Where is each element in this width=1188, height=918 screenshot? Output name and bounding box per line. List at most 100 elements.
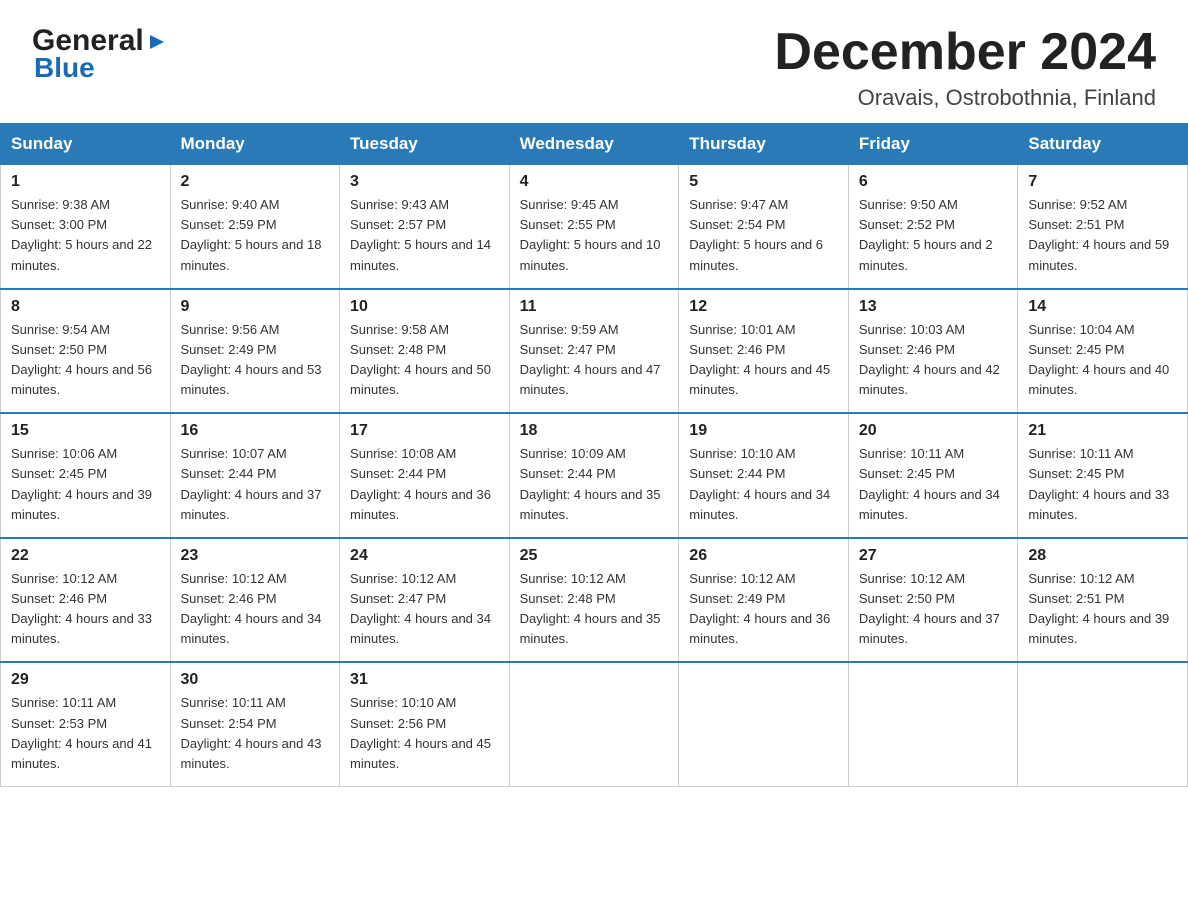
table-row: 17 Sunrise: 10:08 AMSunset: 2:44 PMDaylig… [340,413,510,538]
day-info: Sunrise: 10:12 AMSunset: 2:49 PMDaylight… [689,569,838,650]
table-row: 10Sunrise: 9:58 AMSunset: 2:48 PMDayligh… [340,289,510,414]
day-info: Sunrise: 9:47 AMSunset: 2:54 PMDaylight:… [689,195,838,276]
col-friday: Friday [848,124,1017,165]
table-row [848,662,1017,786]
table-row [679,662,849,786]
table-row: 6Sunrise: 9:50 AMSunset: 2:52 PMDaylight… [848,165,1017,289]
day-info: Sunrise: 9:54 AMSunset: 2:50 PMDaylight:… [11,320,160,401]
day-info: Sunrise: 10:12 AMSunset: 2:48 PMDaylight… [520,569,669,650]
day-info: Sunrise: 10:12 AMSunset: 2:50 PMDaylight… [859,569,1007,650]
table-row: 9 Sunrise: 9:56 AMSunset: 2:49 PMDaylight… [170,289,340,414]
table-row: 14 Sunrise: 10:04 AMSunset: 2:45 PMDaylig… [1018,289,1188,414]
day-number: 24 [350,547,499,565]
day-number: 23 [181,547,330,565]
calendar-table: Sunday Monday Tuesday Wednesday Thursday… [0,123,1188,787]
table-row: 7 Sunrise: 9:52 AMSunset: 2:51 PMDaylight… [1018,165,1188,289]
day-info: Sunrise: 10:09 AMSunset: 2:44 PMDaylight… [520,444,669,525]
day-number: 11 [520,298,669,316]
calendar-week-row: 15 Sunrise: 10:06 AMSunset: 2:45 PMDaylig… [1,413,1188,538]
table-row [1018,662,1188,786]
day-number: 14 [1028,298,1177,316]
calendar-container: Sunday Monday Tuesday Wednesday Thursday… [0,123,1188,787]
day-info: Sunrise: 10:11 AMSunset: 2:53 PMDaylight… [11,693,160,774]
table-row: 16 Sunrise: 10:07 AMSunset: 2:44 PMDaylig… [170,413,340,538]
day-number: 16 [181,422,330,440]
day-number: 17 [350,422,499,440]
day-info: Sunrise: 10:12 AMSunset: 2:51 PMDaylight… [1028,569,1177,650]
day-info: Sunrise: 9:59 AMSunset: 2:47 PMDaylight:… [520,320,669,401]
table-row: 29 Sunrise: 10:11 AMSunset: 2:53 PMDaylig… [1,662,171,786]
day-number: 18 [520,422,669,440]
table-row: 19Sunrise: 10:10 AMSunset: 2:44 PMDaylig… [679,413,849,538]
table-row: 11 Sunrise: 9:59 AMSunset: 2:47 PMDayligh… [509,289,679,414]
table-row [509,662,679,786]
day-info: Sunrise: 10:12 AMSunset: 2:46 PMDaylight… [181,569,330,650]
table-row: 26 Sunrise: 10:12 AMSunset: 2:49 PMDaylig… [679,538,849,663]
col-wednesday: Wednesday [509,124,679,165]
day-info: Sunrise: 9:43 AMSunset: 2:57 PMDaylight:… [350,195,499,276]
day-info: Sunrise: 10:03 AMSunset: 2:46 PMDaylight… [859,320,1007,401]
day-info: Sunrise: 10:11 AMSunset: 2:45 PMDaylight… [859,444,1007,525]
page-header: General Blue December 2024 Oravais, Ostr… [0,0,1188,123]
table-row: 28Sunrise: 10:12 AMSunset: 2:51 PMDaylig… [1018,538,1188,663]
day-info: Sunrise: 9:50 AMSunset: 2:52 PMDaylight:… [859,195,1007,276]
calendar-week-row: 22Sunrise: 10:12 AMSunset: 2:46 PMDaylig… [1,538,1188,663]
day-number: 13 [859,298,1007,316]
table-row: 31 Sunrise: 10:10 AMSunset: 2:56 PMDaylig… [340,662,510,786]
day-info: Sunrise: 9:58 AMSunset: 2:48 PMDaylight:… [350,320,499,401]
table-row: 24 Sunrise: 10:12 AMSunset: 2:47 PMDaylig… [340,538,510,663]
day-number: 7 [1028,173,1177,191]
calendar-week-row: 8 Sunrise: 9:54 AMSunset: 2:50 PMDaylight… [1,289,1188,414]
col-monday: Monday [170,124,340,165]
day-info: Sunrise: 9:56 AMSunset: 2:49 PMDaylight:… [181,320,330,401]
logo-triangle-icon [146,31,168,53]
table-row: 21 Sunrise: 10:11 AMSunset: 2:45 PMDaylig… [1018,413,1188,538]
day-info: Sunrise: 9:38 AMSunset: 3:00 PMDaylight:… [11,195,160,276]
table-row: 13 Sunrise: 10:03 AMSunset: 2:46 PMDaylig… [848,289,1017,414]
day-number: 20 [859,422,1007,440]
day-info: Sunrise: 9:52 AMSunset: 2:51 PMDaylight:… [1028,195,1177,276]
day-number: 31 [350,671,499,689]
col-tuesday: Tuesday [340,124,510,165]
day-info: Sunrise: 9:40 AMSunset: 2:59 PMDaylight:… [181,195,330,276]
table-row: 22Sunrise: 10:12 AMSunset: 2:46 PMDaylig… [1,538,171,663]
day-info: Sunrise: 10:01 AMSunset: 2:46 PMDaylight… [689,320,838,401]
col-sunday: Sunday [1,124,171,165]
table-row: 18 Sunrise: 10:09 AMSunset: 2:44 PMDaylig… [509,413,679,538]
day-info: Sunrise: 10:11 AMSunset: 2:45 PMDaylight… [1028,444,1177,525]
day-number: 12 [689,298,838,316]
calendar-week-row: 1 Sunrise: 9:38 AMSunset: 3:00 PMDaylight… [1,165,1188,289]
day-number: 8 [11,298,160,316]
day-number: 9 [181,298,330,316]
table-row: 15 Sunrise: 10:06 AMSunset: 2:45 PMDaylig… [1,413,171,538]
location: Oravais, Ostrobothnia, Finland [774,85,1156,111]
day-number: 15 [11,422,160,440]
day-number: 29 [11,671,160,689]
title-area: December 2024 Oravais, Ostrobothnia, Fin… [774,24,1156,111]
table-row: 5 Sunrise: 9:47 AMSunset: 2:54 PMDaylight… [679,165,849,289]
day-info: Sunrise: 10:12 AMSunset: 2:47 PMDaylight… [350,569,499,650]
table-row: 30Sunrise: 10:11 AMSunset: 2:54 PMDaylig… [170,662,340,786]
day-number: 19 [689,422,838,440]
day-info: Sunrise: 10:11 AMSunset: 2:54 PMDaylight… [181,693,330,774]
table-row: 2 Sunrise: 9:40 AMSunset: 2:59 PMDaylight… [170,165,340,289]
table-row: 27Sunrise: 10:12 AMSunset: 2:50 PMDaylig… [848,538,1017,663]
day-info: Sunrise: 9:45 AMSunset: 2:55 PMDaylight:… [520,195,669,276]
day-info: Sunrise: 10:04 AMSunset: 2:45 PMDaylight… [1028,320,1177,401]
col-thursday: Thursday [679,124,849,165]
table-row: 12 Sunrise: 10:01 AMSunset: 2:46 PMDaylig… [679,289,849,414]
day-info: Sunrise: 10:08 AMSunset: 2:44 PMDaylight… [350,444,499,525]
day-info: Sunrise: 10:07 AMSunset: 2:44 PMDaylight… [181,444,330,525]
table-row: 4 Sunrise: 9:45 AMSunset: 2:55 PMDaylight… [509,165,679,289]
logo: General Blue [32,24,168,84]
calendar-header-row: Sunday Monday Tuesday Wednesday Thursday… [1,124,1188,165]
day-number: 4 [520,173,669,191]
day-number: 26 [689,547,838,565]
day-info: Sunrise: 10:10 AMSunset: 2:56 PMDaylight… [350,693,499,774]
day-number: 2 [181,173,330,191]
day-number: 1 [11,173,160,191]
table-row: 8 Sunrise: 9:54 AMSunset: 2:50 PMDaylight… [1,289,171,414]
day-number: 21 [1028,422,1177,440]
day-number: 5 [689,173,838,191]
day-info: Sunrise: 10:06 AMSunset: 2:45 PMDaylight… [11,444,160,525]
